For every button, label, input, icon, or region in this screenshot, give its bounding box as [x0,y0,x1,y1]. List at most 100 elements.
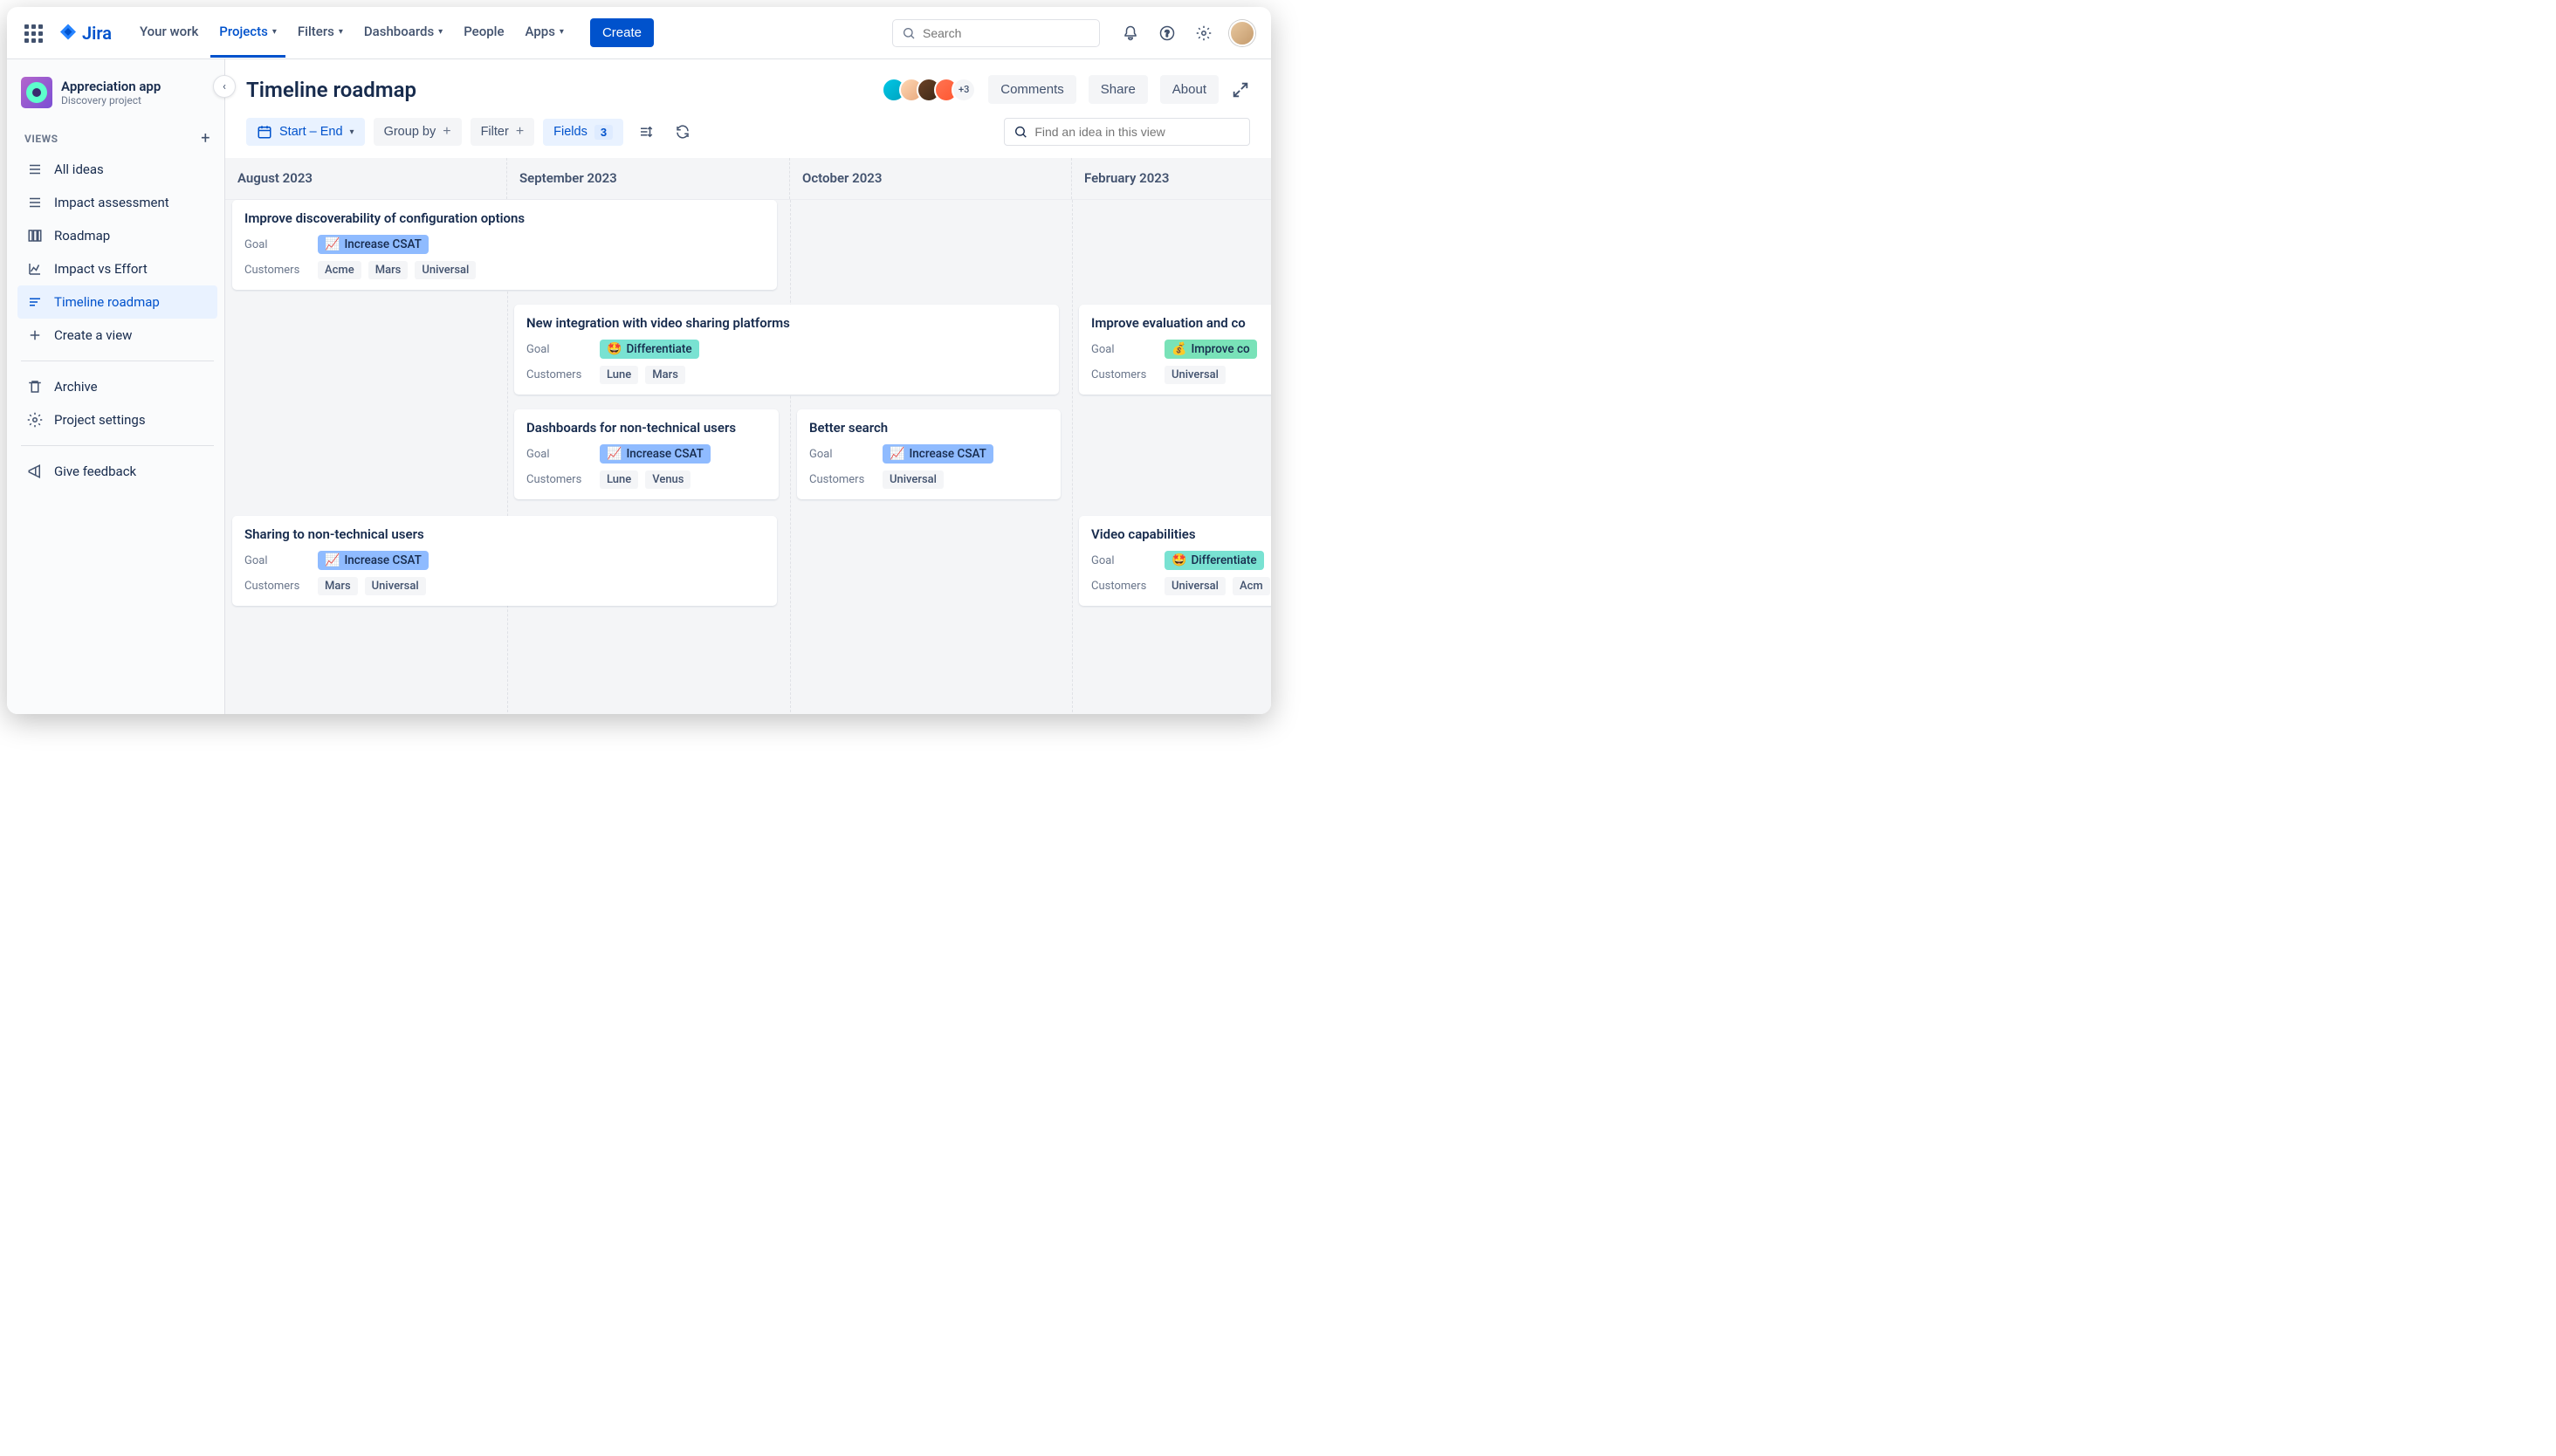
list-icon [26,194,44,211]
nav-item-label: Filters [298,24,334,39]
timeline-card[interactable]: Improve discoverability of configuration… [232,200,777,290]
sidebar-item-create-a-view[interactable]: Create a view [17,319,217,352]
nav-item-apps[interactable]: Apps▾ [517,8,573,58]
customer-tag: Mars [368,261,409,279]
project-name: Appreciation app [61,79,161,94]
plus-icon [26,326,44,344]
goal-text: Increase CSAT [344,237,421,251]
jira-logo[interactable]: Jira [58,23,112,44]
add-view-icon[interactable]: + [201,129,210,148]
layout-settings-icon[interactable] [632,118,660,146]
goal-text: Differentiate [626,342,691,356]
nav-item-label: Your work [140,24,198,39]
comments-button[interactable]: Comments [988,75,1076,104]
timeline-card[interactable]: Video capabilitiesGoal🤩DifferentiateCust… [1079,516,1271,606]
goal-tag: 💰Improve co [1165,340,1257,359]
customer-tag: Lune [600,366,638,384]
nav-item-label: People [464,24,504,39]
chevron-down-icon: ▾ [350,127,354,137]
notifications-icon[interactable] [1119,22,1142,45]
project-icon [21,77,52,108]
nav-item-dashboards[interactable]: Dashboards▾ [355,8,451,58]
settings-icon[interactable] [1192,22,1215,45]
list-icon [26,260,44,278]
help-icon[interactable]: ? [1156,22,1178,45]
customer-tag: Universal [365,577,426,595]
fields-button[interactable]: Fields 3 [543,119,623,146]
card-goal-label: Goal [244,554,311,567]
date-range-label: Start – End [279,125,343,139]
groupby-button[interactable]: Group by + [374,118,462,146]
customer-tag: Universal [1165,366,1226,384]
chevron-down-icon: ▾ [272,27,277,37]
goal-tag: 🤩Differentiate [1165,551,1264,570]
sidebar-item-roadmap[interactable]: Roadmap [17,219,217,252]
share-button[interactable]: Share [1089,75,1148,104]
sidebar-item-timeline-roadmap[interactable]: Timeline roadmap [17,285,217,319]
user-avatar[interactable] [1229,20,1255,46]
sidebar-item-label: Give feedback [54,464,136,479]
card-goal-label: Goal [1091,554,1158,567]
search-icon [902,25,916,41]
find-idea-input[interactable] [1034,125,1240,139]
goal-emoji-icon: 🤩 [607,342,622,356]
card-title: Video capabilities [1091,526,1271,542]
sidebar-item-project-settings[interactable]: Project settings [17,403,217,436]
chevron-down-icon: ▾ [438,27,443,37]
timeline-card[interactable]: Better searchGoal📈Increase CSATCustomers… [797,409,1061,499]
timeline-card[interactable]: Dashboards for non-technical usersGoal📈I… [514,409,779,499]
timeline-card[interactable]: New integration with video sharing platf… [514,305,1059,395]
collaborator-avatars[interactable]: +3 [889,78,976,102]
nav-item-your-work[interactable]: Your work [131,8,207,58]
expand-icon[interactable] [1231,80,1250,100]
sidebar-item-archive[interactable]: Archive [17,370,217,403]
nav-item-filters[interactable]: Filters▾ [289,8,352,58]
sidebar-item-impact-vs-effort[interactable]: Impact vs Effort [17,252,217,285]
find-idea-search[interactable] [1004,118,1250,146]
plus-icon: + [443,124,450,140]
avatar-overflow[interactable]: +3 [952,78,976,102]
search-input[interactable] [923,26,1090,40]
sidebar-item-label: Timeline roadmap [54,294,160,310]
filter-button[interactable]: Filter + [471,118,535,146]
search-icon [1013,124,1027,140]
customer-tag: Universal [1165,577,1226,595]
refresh-icon[interactable] [669,118,697,146]
customer-tag: Mars [318,577,358,595]
about-button[interactable]: About [1160,75,1219,104]
sidebar-item-label: Project settings [54,412,146,428]
goal-tag: 📈Increase CSAT [883,444,993,464]
global-search[interactable] [892,19,1100,47]
timeline-month-header: October 2023 [790,158,1072,199]
sidebar-item-all-ideas[interactable]: All ideas [17,153,217,186]
project-subtitle: Discovery project [61,94,161,106]
card-goal-label: Goal [244,238,311,251]
date-range-button[interactable]: Start – End ▾ [246,118,365,146]
card-title: Improve evaluation and co [1091,315,1271,331]
timeline-card[interactable]: Improve evaluation and co Goal 💰Improve co… [1079,305,1271,395]
customer-tag: Mars [645,366,685,384]
filter-label: Filter [481,125,509,139]
create-button[interactable]: Create [590,18,654,47]
goal-emoji-icon: 🤩 [1172,553,1186,567]
timeline-card[interactable]: Sharing to non-technical usersGoal📈Incre… [232,516,777,606]
card-title: Better search [809,420,1048,436]
customer-tag: Venus [645,470,691,489]
chevron-down-icon: ▾ [560,27,564,37]
nav-item-people[interactable]: People [455,8,512,58]
nav-item-projects[interactable]: Projects▾ [210,8,285,58]
collapse-sidebar-button[interactable]: ‹ [213,75,236,98]
list-icon [26,293,44,311]
card-customers-label: Customers [244,580,311,593]
app-switcher-icon[interactable] [23,23,44,44]
card-goal-label: Goal [809,448,876,461]
sidebar-item-label: All ideas [54,161,104,177]
sidebar-item-impact-assessment[interactable]: Impact assessment [17,186,217,219]
goal-text: Improve co [1191,342,1249,356]
sidebar-item-feedback[interactable]: Give feedback [17,455,217,488]
goal-tag: 📈Increase CSAT [318,551,429,570]
card-goal-label: Goal [1091,343,1158,356]
timeline-month-header: September 2023 [507,158,790,199]
sidebar-item-label: Impact vs Effort [54,261,148,277]
list-icon [26,161,44,178]
